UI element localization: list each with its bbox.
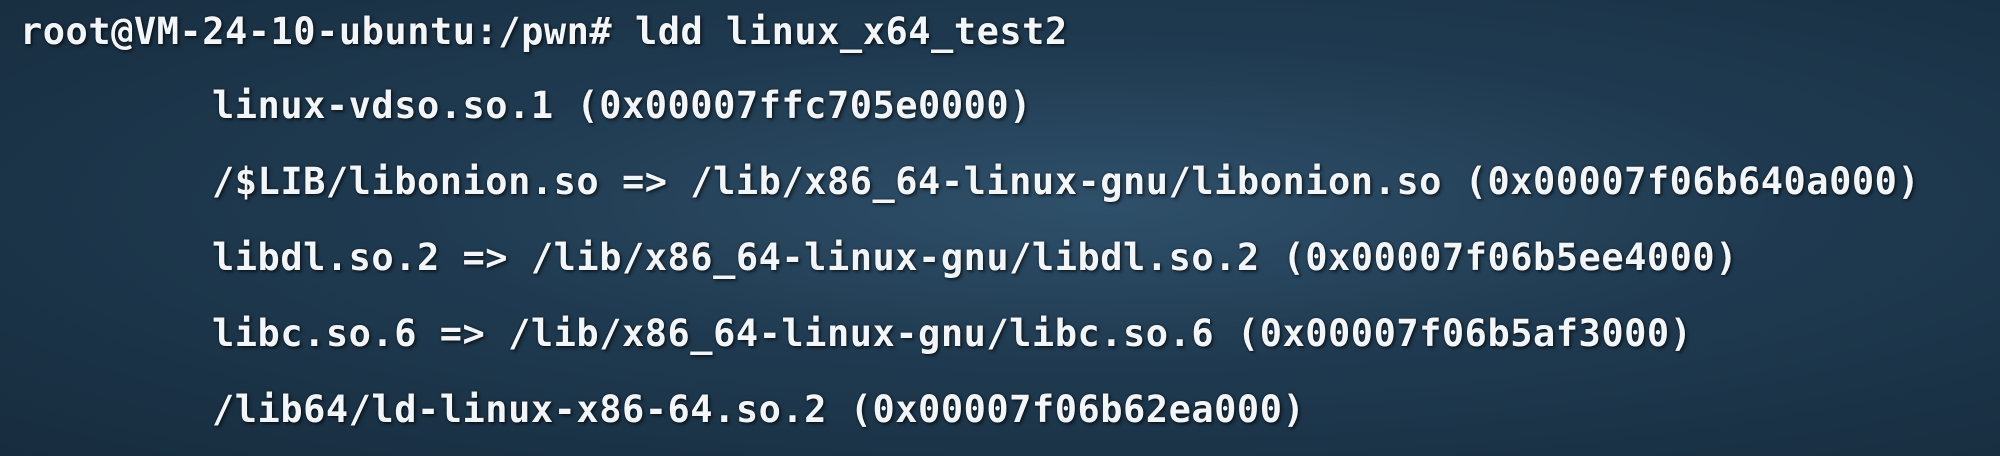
- output-line-libonion: /$LIB/libonion.so => /lib/x86_64-linux-g…: [212, 160, 1921, 203]
- output-line-vdso: linux-vdso.so.1 (0x00007ffc705e0000): [212, 84, 1032, 127]
- command-line: root@VM-24-10-ubuntu:/pwn# ldd linux_x64…: [20, 8, 1068, 56]
- command-text: ldd linux_x64_test2: [634, 10, 1068, 53]
- output-line-ld-linux: /lib64/ld-linux-x86-64.so.2 (0x00007f06b…: [212, 388, 1306, 431]
- terminal-window[interactable]: root@VM-24-10-ubuntu:/pwn# ldd linux_x64…: [0, 0, 2000, 456]
- output-line-libdl: libdl.so.2 => /lib/x86_64-linux-gnu/libd…: [212, 236, 1738, 279]
- output-line-libc: libc.so.6 => /lib/x86_64-linux-gnu/libc.…: [212, 312, 1693, 355]
- shell-prompt: root@VM-24-10-ubuntu:/pwn#: [20, 10, 635, 53]
